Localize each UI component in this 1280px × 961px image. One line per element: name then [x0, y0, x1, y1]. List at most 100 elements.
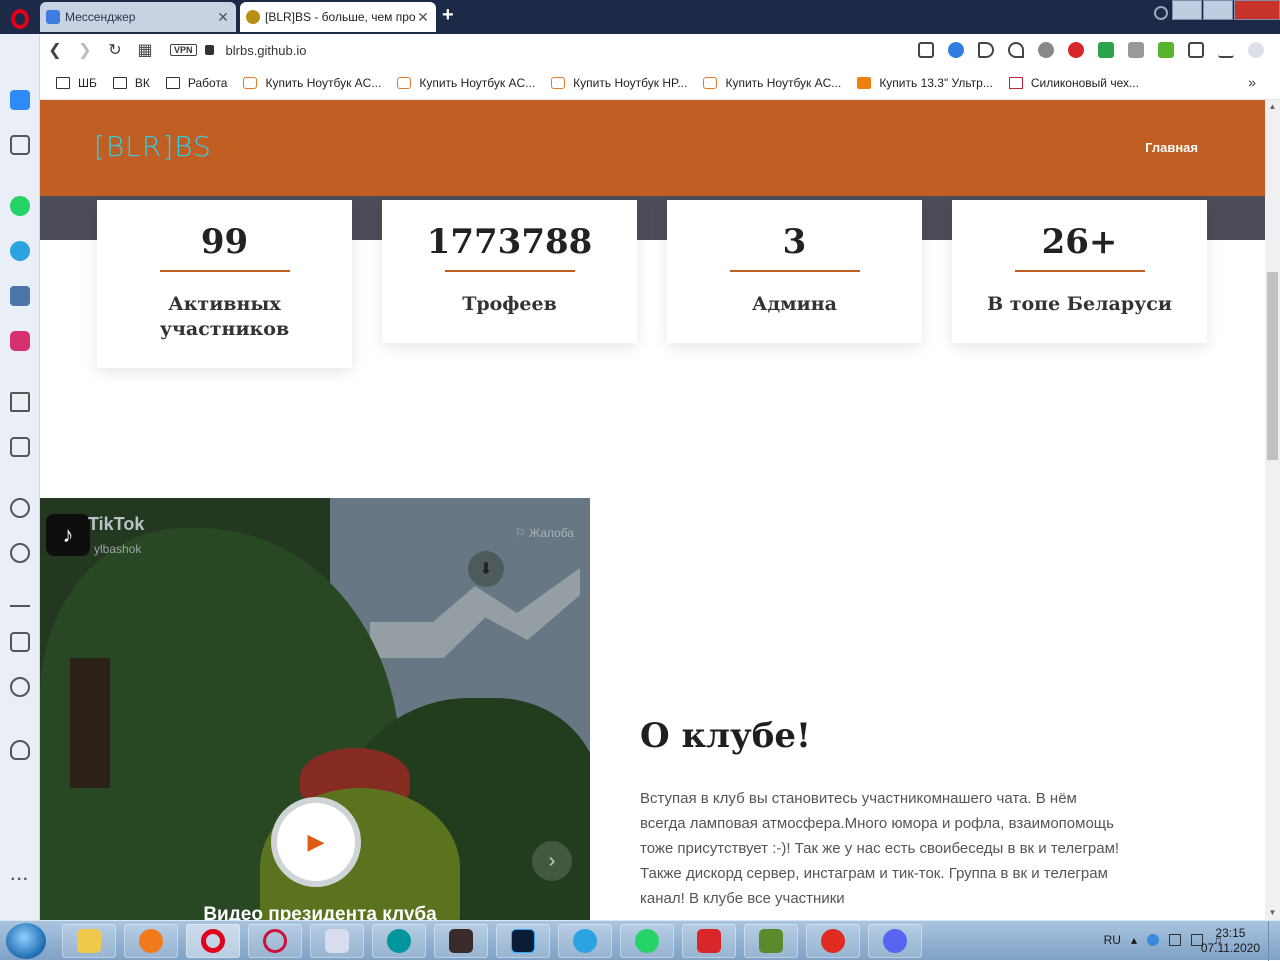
bookmark-label: ВК [134, 75, 150, 90]
scroll-thumb[interactable] [1267, 272, 1278, 460]
flag-icon[interactable] [1169, 934, 1181, 946]
whatsapp-icon[interactable] [10, 196, 30, 216]
media-app[interactable] [434, 924, 488, 958]
cube-icon[interactable] [1188, 42, 1204, 58]
settings-gear-icon[interactable] [10, 677, 30, 697]
lightbulb-icon[interactable] [10, 740, 30, 760]
bookmarks-icon[interactable] [10, 135, 30, 155]
bookmark-item[interactable]: Купить Ноутбук AC... [243, 76, 381, 90]
shield-check-icon[interactable] [948, 42, 964, 58]
opera-app[interactable] [186, 924, 240, 958]
adblock-icon[interactable] [1068, 42, 1084, 58]
next-arrow-icon[interactable]: › [532, 841, 572, 881]
vk-icon[interactable] [10, 286, 30, 306]
arduino-app[interactable] [372, 924, 426, 958]
camera-icon[interactable] [918, 42, 934, 58]
back-icon[interactable]: ❮ [40, 40, 70, 60]
forward-icon[interactable]: ❯ [70, 40, 100, 60]
yandex-app[interactable] [806, 924, 860, 958]
more-bookmarks-button[interactable]: » [1248, 74, 1256, 90]
dns-icon [857, 76, 872, 89]
minecraft-app[interactable] [744, 924, 798, 958]
record-icon[interactable] [1038, 42, 1054, 58]
vpn-badge[interactable]: VPN [170, 44, 197, 56]
shop-icon [551, 76, 566, 89]
download-arrow-icon[interactable] [1158, 42, 1174, 58]
discord-app[interactable] [868, 924, 922, 958]
about-title: О клубе! [640, 716, 811, 756]
start-button[interactable] [6, 923, 46, 959]
question-icon[interactable] [1128, 42, 1144, 58]
play-button[interactable]: ▶ [271, 797, 361, 887]
bookmark-label: ШБ [78, 75, 97, 90]
telegram-icon[interactable] [10, 241, 30, 261]
bookmark-item[interactable]: Купить Ноутбук AC... [703, 76, 841, 90]
messenger-icon [46, 10, 60, 24]
opera-menu-button[interactable] [6, 6, 34, 32]
stat-card-top-belarus: 26+ В топе Беларуси [952, 200, 1207, 343]
close-tab-icon[interactable]: ✕ [216, 9, 230, 26]
sketchup-app[interactable] [682, 924, 736, 958]
bookmark-item[interactable]: ШБ [56, 76, 97, 90]
scroll-up-icon[interactable]: ▲ [1265, 100, 1280, 114]
notepad-app[interactable] [310, 924, 364, 958]
new-tab-button[interactable]: + [442, 4, 454, 27]
heart-icon[interactable] [1008, 42, 1024, 58]
reload-icon[interactable]: ↻ [100, 40, 130, 60]
tab-search-icon[interactable] [1154, 6, 1168, 20]
lock-icon[interactable] [204, 45, 214, 55]
telegram-app[interactable] [558, 924, 612, 958]
tray-app-icon[interactable] [1147, 934, 1159, 946]
photoshop-icon [511, 929, 535, 953]
show-desktop-button[interactable] [1268, 921, 1280, 961]
bookmark-item[interactable]: Силиконовый чех... [1008, 76, 1139, 90]
explorer-app[interactable] [62, 924, 116, 958]
minimize-button[interactable] [1172, 0, 1202, 20]
bookmark-item[interactable]: ВК [112, 75, 150, 90]
page-scrollbar[interactable]: ▲ ▼ [1265, 100, 1280, 920]
whatsapp-app[interactable] [620, 924, 674, 958]
maximize-button[interactable] [1203, 0, 1233, 20]
more-icon[interactable]: ··· [10, 870, 30, 890]
language-indicator[interactable]: RU [1104, 933, 1121, 947]
scroll-down-icon[interactable]: ▼ [1265, 906, 1280, 920]
extensions-cube-icon[interactable] [10, 632, 30, 652]
flow-send-icon[interactable] [10, 392, 30, 412]
history-icon[interactable] [10, 543, 30, 563]
window-close-button[interactable] [1234, 0, 1280, 20]
firefox-app[interactable] [124, 924, 178, 958]
stat-label: Админа [752, 293, 837, 315]
report-link[interactable]: ⚐ Жалоба [515, 526, 574, 540]
send-icon[interactable] [978, 42, 994, 58]
instagram-icon[interactable] [10, 331, 30, 351]
bookmark-item[interactable]: Купить Ноутбук AC... [397, 76, 535, 90]
bookmark-item[interactable]: Купить 13.3" Ультр... [857, 76, 993, 90]
bookmark-item[interactable]: Купить Ноутбук HP... [551, 76, 687, 90]
discord-icon [883, 929, 907, 953]
tab-blrbs[interactable]: [BLR]BS - больше, чем про ✕ [240, 2, 436, 32]
bookmark-item[interactable]: Работа [165, 76, 227, 90]
tab-messenger[interactable]: Мессенджер ✕ [40, 2, 236, 32]
nav-home-link[interactable]: Главная [1145, 140, 1198, 155]
close-tab-icon[interactable]: ✕ [416, 9, 430, 26]
url-field[interactable]: blrbs.github.io [226, 43, 307, 58]
opera-gx-app[interactable] [248, 924, 302, 958]
download-icon[interactable]: ⬇ [468, 551, 504, 587]
downloads-icon[interactable] [1218, 42, 1234, 58]
photoshop-app[interactable] [496, 924, 550, 958]
shield-icon[interactable] [1098, 42, 1114, 58]
wallet-icon[interactable] [10, 437, 30, 457]
opera-sidebar: ··· [0, 34, 40, 920]
speed-dial-icon[interactable] [10, 90, 30, 110]
yandex-icon [821, 929, 845, 953]
tiktok-username[interactable]: ylbashok [94, 542, 141, 556]
downloads-icon[interactable] [10, 587, 30, 607]
chevron-up-icon[interactable]: ▴ [1131, 933, 1137, 947]
site-logo[interactable]: [BLR]BS [94, 130, 212, 163]
tiktok-video-embed[interactable]: ♪ TikTok ylbashok ⚐ Жалоба ⬇ ▶ › Видео п… [40, 498, 590, 920]
shop-icon [703, 76, 718, 89]
clock[interactable]: 23:15 07.11.2020 [1201, 926, 1260, 956]
profile-icon[interactable] [1248, 42, 1264, 58]
tabs-grid-icon[interactable]: ▦ [130, 40, 160, 60]
heart-icon[interactable] [10, 498, 30, 518]
